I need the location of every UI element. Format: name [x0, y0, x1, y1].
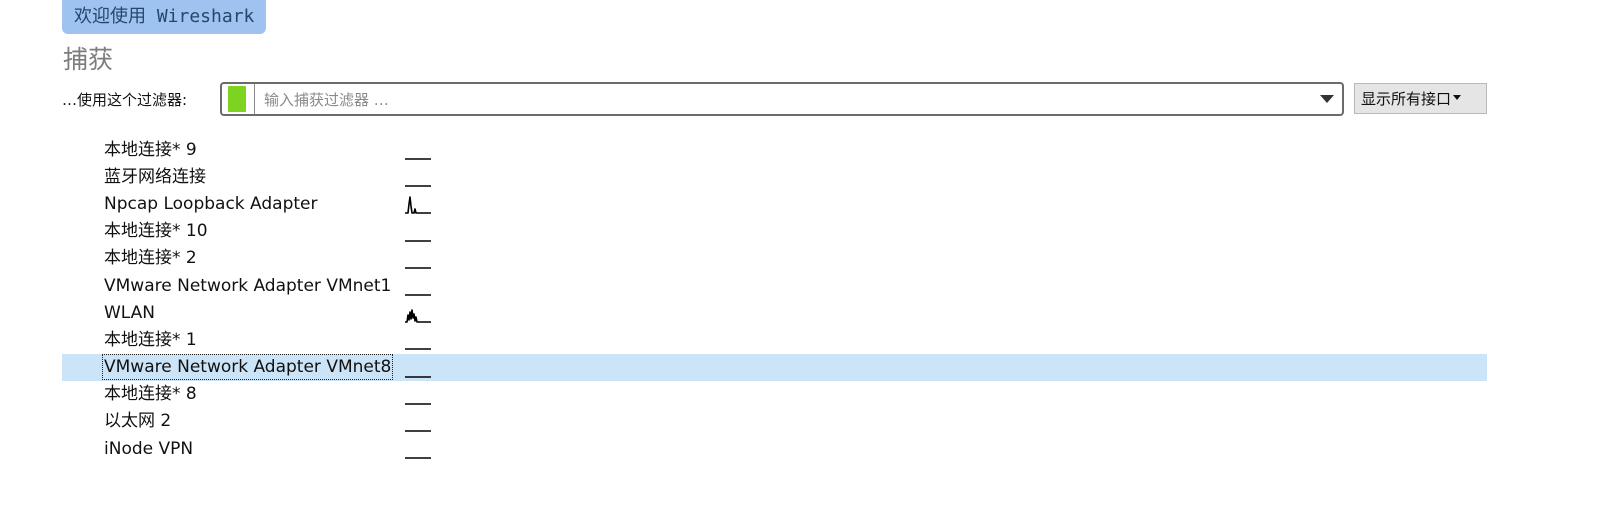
interface-list[interactable]: 本地连接* 9 蓝牙网络连接 Npcap Loopback Adapter 本地连接*… [62, 136, 1487, 462]
wireshark-welcome-page: 欢迎使用 Wireshark 捕获 …使用这个过滤器: 显示所有接口 本地连接*… [0, 0, 1611, 525]
interface-name: Npcap Loopback Adapter [104, 193, 318, 214]
traffic-sparkline-icon [405, 266, 431, 269]
traffic-sparkline-icon [405, 294, 431, 296]
interface-row[interactable]: VMware Network Adapter VMnet8 [62, 353, 1487, 381]
divider [254, 84, 255, 114]
interface-name: 本地连接* 1 [104, 329, 197, 350]
capture-filter-row: …使用这个过滤器: 显示所有接口 [62, 82, 1487, 116]
show-all-interfaces-button[interactable]: 显示所有接口 [1354, 83, 1487, 114]
traffic-sparkline-icon [405, 196, 431, 215]
interface-name: 本地连接* 10 [104, 221, 208, 242]
interface-row[interactable]: 本地连接* 1 [62, 326, 1487, 353]
welcome-text: 欢迎使用 Wireshark [74, 6, 255, 27]
interface-row[interactable]: VMware Network Adapter VMnet1 [62, 272, 1487, 299]
interface-name: iNode VPN [104, 438, 194, 459]
capture-filter-input[interactable] [262, 88, 1296, 112]
interface-name: VMware Network Adapter VMnet1 [104, 275, 392, 296]
interface-name: WLAN [104, 302, 156, 323]
interface-row[interactable]: 以太网 2 [62, 408, 1487, 435]
interface-name: 以太网 2 [104, 411, 172, 432]
interface-row[interactable]: 本地连接* 10 [62, 218, 1487, 245]
interface-row[interactable]: 本地连接* 2 [62, 245, 1487, 272]
interface-name: 本地连接* 8 [104, 384, 197, 405]
interface-row[interactable]: WLAN [62, 299, 1487, 326]
traffic-sparkline-icon [405, 239, 431, 242]
interface-row[interactable]: 蓝牙网络连接 [62, 163, 1487, 190]
filter-label: …使用这个过滤器: [62, 91, 188, 109]
capture-filter-combobox[interactable] [220, 82, 1344, 116]
show-all-interfaces-label: 显示所有接口 [1361, 90, 1452, 108]
interface-name: 本地连接* 2 [104, 248, 197, 269]
chevron-down-icon[interactable] [1320, 95, 1334, 103]
interface-name: 蓝牙网络连接 [104, 166, 206, 187]
caret-down-icon [1453, 95, 1462, 100]
traffic-sparkline-icon [405, 185, 431, 187]
traffic-sparkline-icon [405, 309, 431, 323]
interface-name: VMware Network Adapter VMnet8 [101, 354, 394, 381]
interface-name: 本地连接* 9 [104, 139, 197, 160]
interface-row[interactable]: Npcap Loopback Adapter [62, 190, 1487, 217]
interface-row[interactable]: 本地连接* 8 [62, 381, 1487, 408]
capture-section-title: 捕获 [63, 45, 114, 74]
traffic-sparkline-icon [405, 402, 431, 405]
traffic-sparkline-icon [405, 430, 431, 432]
traffic-sparkline-icon [405, 457, 431, 459]
bookmark-icon[interactable] [228, 86, 246, 112]
traffic-sparkline-icon [405, 158, 431, 160]
welcome-banner: 欢迎使用 Wireshark [62, 0, 267, 34]
traffic-sparkline-icon [405, 375, 431, 378]
interface-row[interactable]: iNode VPN [62, 435, 1487, 462]
interface-row[interactable]: 本地连接* 9 [62, 136, 1487, 163]
traffic-sparkline-icon [405, 348, 431, 351]
